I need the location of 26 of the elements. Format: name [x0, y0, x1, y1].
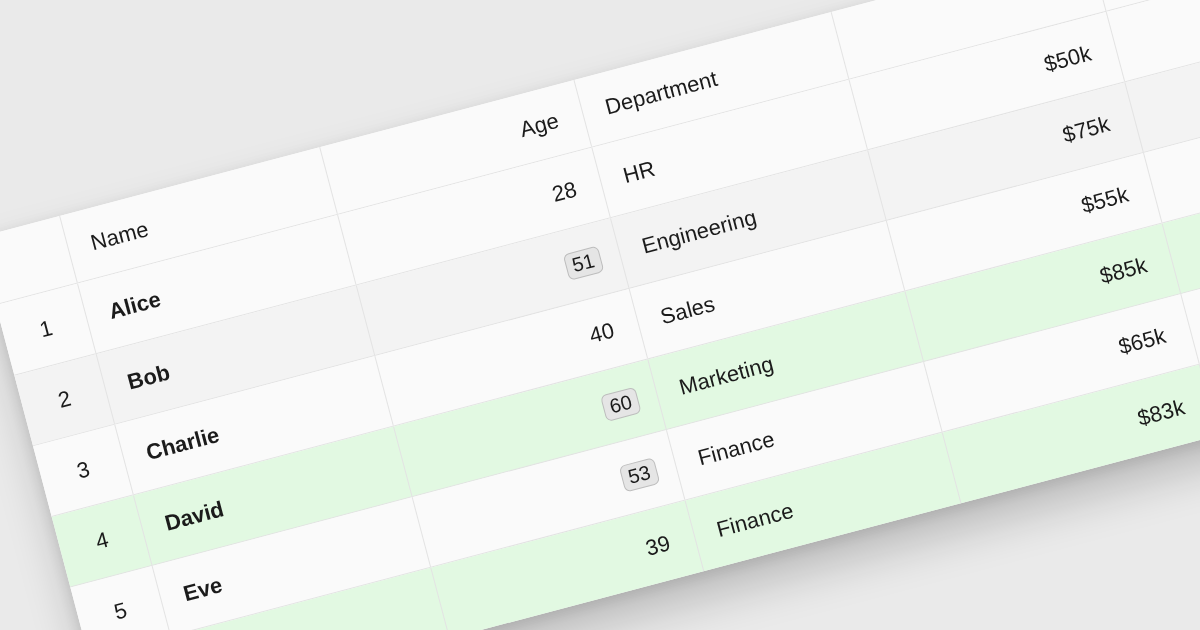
age-text: 40	[586, 317, 618, 349]
age-text: 28	[549, 176, 580, 208]
salary-amount: $83k	[1134, 393, 1188, 432]
row-number: 4	[92, 526, 112, 555]
age-text: 39	[642, 529, 674, 562]
salary-amount: $85k	[1097, 252, 1150, 290]
person-name: David	[162, 496, 227, 537]
department-name: Marketing	[676, 351, 777, 401]
row-number: 5	[111, 597, 130, 626]
row-number: 1	[36, 315, 56, 344]
salary-amount: $50k	[1041, 40, 1095, 78]
person-name: Alice	[106, 286, 164, 325]
salary-amount: $65k	[1115, 322, 1169, 361]
person-name: Bob	[124, 359, 173, 396]
salary-amount: $55k	[1078, 181, 1132, 220]
department-name: Finance	[695, 426, 778, 472]
salary-amount: $75k	[1059, 111, 1113, 149]
column-header: Name	[87, 215, 152, 256]
row-number: 2	[55, 385, 74, 414]
department-name: Finance	[713, 497, 797, 543]
row-number: 3	[74, 456, 93, 485]
department-name: HR	[620, 155, 658, 190]
person-name: Eve	[180, 572, 226, 608]
column-header: Age	[516, 107, 562, 143]
department-name: Sales	[657, 291, 718, 331]
person-name: Charlie	[143, 421, 223, 467]
